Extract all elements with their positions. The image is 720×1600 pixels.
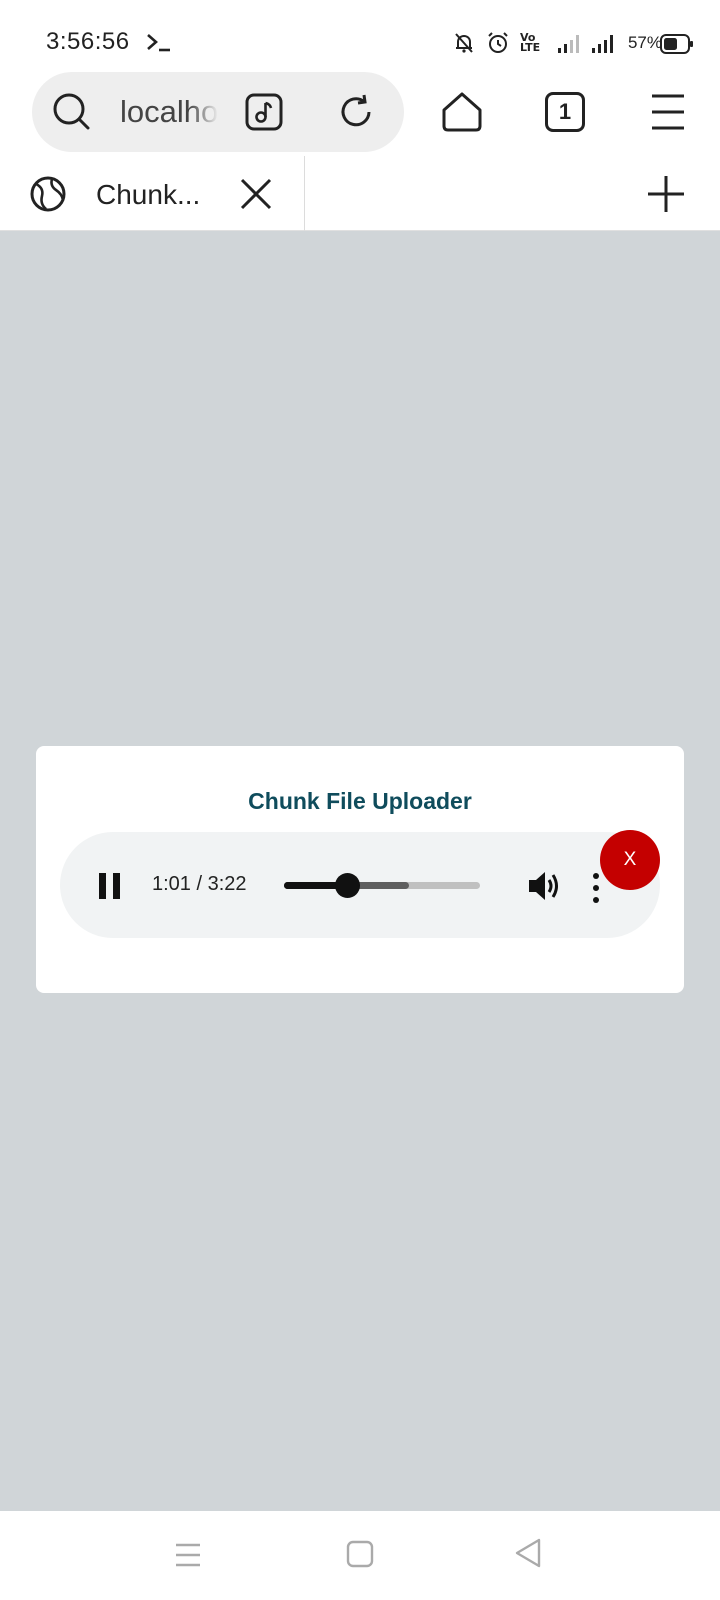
home-icon[interactable]: [345, 1539, 375, 1569]
signal-weak-icon: [557, 35, 579, 53]
tabs-count-button[interactable]: 1: [545, 92, 585, 132]
tab-title: Chunk...: [96, 179, 201, 210]
more-options-icon[interactable]: [590, 870, 602, 906]
reload-icon[interactable]: [336, 92, 376, 132]
terminal-icon: [147, 34, 170, 52]
recents-icon[interactable]: [174, 1541, 202, 1569]
seek-bar[interactable]: [284, 873, 480, 898]
close-icon[interactable]: [238, 176, 274, 212]
back-icon[interactable]: [513, 1537, 543, 1569]
tab-chunk-file-uploader[interactable]: Chunk...: [0, 156, 305, 231]
system-nav-bar: [0, 1511, 720, 1600]
card-title: Chunk File Uploader: [248, 788, 472, 814]
address-bar[interactable]: localhost: [32, 72, 404, 152]
music-icon[interactable]: [244, 92, 284, 132]
page-viewport: Chunk File Uploader 1:01 / 3:22 X: [0, 231, 720, 1511]
volume-icon[interactable]: [526, 868, 562, 904]
uploader-card: Chunk File Uploader 1:01 / 3:22 X: [36, 746, 684, 993]
close-x-button[interactable]: X: [600, 830, 660, 890]
status-bar: 3:56:56 Vo LTE 57%: [0, 0, 720, 70]
plus-icon[interactable]: [646, 174, 686, 214]
globe-icon: [30, 176, 66, 212]
url-text[interactable]: localhost: [120, 94, 218, 130]
search-icon: [53, 93, 90, 130]
status-icons: Vo LTE 57%: [452, 30, 662, 56]
battery-percent: 57%: [627, 33, 662, 52]
menu-icon[interactable]: [648, 92, 688, 132]
seek-thumb[interactable]: [334, 873, 360, 898]
pause-icon[interactable]: [98, 872, 122, 900]
status-clock: 3:56:56: [46, 28, 130, 55]
time-display: 1:01 / 3:22: [152, 873, 247, 895]
tab-strip: Chunk...: [0, 156, 720, 231]
mute-bell-icon: [455, 33, 473, 53]
volte-icon: Vo LTE: [519, 31, 541, 54]
audio-player: 1:01 / 3:22: [60, 832, 660, 938]
battery-icon: [660, 34, 693, 54]
signal-icon: [591, 35, 613, 53]
browser-toolbar: localhost 1: [0, 70, 720, 156]
home-icon[interactable]: [440, 90, 484, 134]
alarm-icon: [488, 32, 508, 53]
